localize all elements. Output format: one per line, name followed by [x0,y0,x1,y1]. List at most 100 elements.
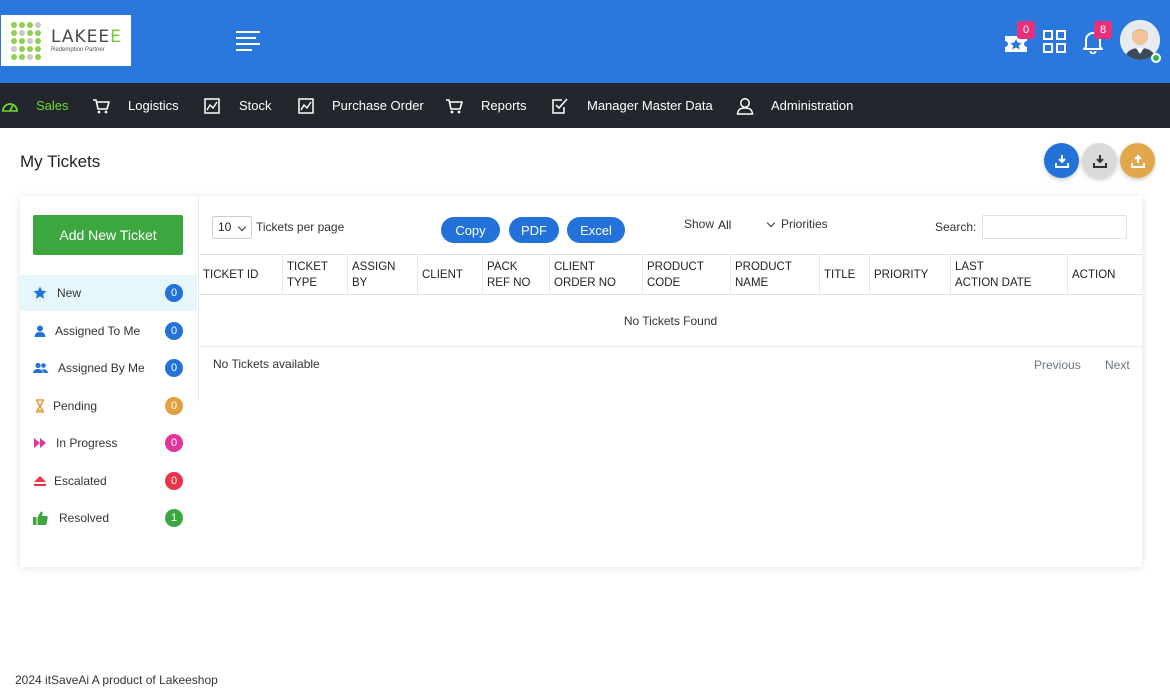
excel-button[interactable]: Excel [567,217,625,243]
table-header: TICKET ID TICKET TYPE ASSIGN BY CLIENT PAC… [199,254,1142,295]
next-page-button[interactable]: Next [1105,358,1130,372]
download-button[interactable] [1044,143,1079,178]
sidebar-item-escalated[interactable]: Escalated 0 [20,463,197,499]
nav-item-stock[interactable]: Stock [204,83,272,128]
sidebar-item-assigned-to-me[interactable]: Assigned To Me 0 [20,313,197,349]
user-icon [736,97,754,115]
nav-item-administration[interactable]: Administration [736,83,853,128]
nav-label-logistics: Logistics [128,98,179,113]
logo-subtitle: Redemption Partner [51,47,105,53]
show-label: Show [684,217,715,231]
count-badge: 0 [165,284,183,302]
nav-label-reports: Reports [481,98,527,113]
sidebar-item-label: New [57,286,82,300]
users-icon [32,362,48,374]
download-icon [1054,154,1069,168]
logo-title-accent: E [110,27,122,47]
cart-icon [446,98,463,113]
count-badge: 0 [165,322,183,340]
empty-table-message: No Tickets Found [199,295,1142,347]
count-badge: 0 [165,434,183,452]
cart-icon [93,98,110,113]
hourglass-icon [32,399,48,413]
nav-label-administration: Administration [771,98,854,113]
count-badge: 0 [165,397,183,415]
page-size-select[interactable]: 10 [212,216,252,239]
logo-title-main: LAKEE [51,27,111,47]
logo-dots-icon [11,22,41,60]
copy-button[interactable]: Copy [441,217,500,243]
search-label: Search: [935,220,977,234]
count-badge: 0 [165,472,183,490]
online-status-dot [1151,53,1161,63]
logo[interactable]: LAKEEE Redemption Partner [1,15,131,66]
tickets-card: Add New Ticket New 0 Assigned To Me 0 As… [20,196,1142,567]
sidebar-item-label: Pending [53,399,98,413]
column-header-action[interactable]: ACTION [1068,255,1142,295]
column-header-ticket-id[interactable]: TICKET ID [199,255,283,295]
nav-item-logistics[interactable]: Logistics [92,83,179,128]
image-chart-icon [298,97,314,114]
checkbox-icon [552,98,568,114]
per-page-label: Tickets per page [256,220,345,234]
sidebar-item-in-progress[interactable]: In Progress 0 [20,425,197,461]
nav-item-manager-master-data[interactable]: Manager Master Data [552,83,713,128]
sidebar-item-label: Assigned By Me [58,361,145,375]
column-header-pack-ref-no[interactable]: PACK REF NO [483,255,550,295]
star-icon [32,286,48,300]
column-header-ticket-type[interactable]: TICKET TYPE [283,255,348,295]
fast-forward-icon [32,438,48,448]
sidebar-item-new[interactable]: New 0 [20,275,197,311]
upload-button[interactable] [1120,143,1155,178]
notifications-badge: 8 [1094,21,1112,39]
user-icon [32,325,48,337]
sidebar-item-label: Assigned To Me [55,324,141,338]
sidebar-item-label: Resolved [59,511,110,525]
nav-label-stock: Stock [239,98,272,113]
upload-icon [1130,154,1145,168]
sidebar-item-label: In Progress [56,436,118,450]
nav-label-purchase-order: Purchase Order [332,98,424,113]
nav-label-manager-master-data: Manager Master Data [587,98,713,113]
column-header-product-name[interactable]: PRODUCT NAME [731,255,820,295]
image-chart-icon [204,97,220,114]
search-input[interactable] [982,215,1127,239]
count-badge: 0 [165,359,183,377]
column-header-assign-by[interactable]: ASSIGN BY [348,255,418,295]
sidebar-item-assigned-by-me[interactable]: Assigned By Me 0 [20,350,197,386]
grid-icon [1043,30,1066,53]
eject-icon [32,476,48,486]
previous-page-button[interactable]: Previous [1034,358,1081,372]
column-header-product-code[interactable]: PRODUCT CODE [643,255,731,295]
nav-label-sales: Sales [36,98,69,113]
column-header-priority[interactable]: PRIORITY [870,255,951,295]
download-template-button[interactable] [1082,143,1117,178]
dashboard-gauge-icon [2,102,18,112]
column-header-client[interactable]: CLIENT [418,255,483,295]
priority-filter-select[interactable]: All [714,215,778,235]
column-header-client-order-no[interactable]: CLIENT ORDER NO [550,255,643,295]
table-info: No Tickets available [213,357,320,371]
footer-text: 2024 itSaveAi A product of Lakeeshop [15,673,218,687]
sidebar-item-pending[interactable]: Pending 0 [20,388,197,424]
top-bar: LAKEEE Redemption Partner 0 8 [0,0,1170,83]
sidebar-item-resolved[interactable]: Resolved 1 [20,500,197,536]
page-title: My Tickets [20,152,101,171]
priorities-label: Priorities [781,217,828,231]
pdf-button[interactable]: PDF [509,217,559,243]
nav-item-reports[interactable]: Reports [445,83,527,128]
nav-item-purchase-order[interactable]: Purchase Order [298,83,424,128]
download-icon [1092,154,1107,168]
nav-item-sales[interactable]: Sales [1,83,69,128]
count-badge: 1 [165,509,183,527]
add-new-ticket-button[interactable]: Add New Ticket [33,215,183,255]
main-nav: Sales Logistics Stock Purchase Order Rep… [0,83,1170,128]
rewards-badge: 0 [1017,21,1035,39]
column-header-last-action-date[interactable]: LAST ACTION DATE [951,255,1068,295]
menu-toggle-icon[interactable] [236,31,260,51]
sidebar-item-label: Escalated [54,474,107,488]
thumbs-up-icon [32,511,48,525]
apps-grid-button[interactable] [1043,30,1066,58]
column-header-title[interactable]: TITLE [820,255,870,295]
logo-title: LAKEEE [51,27,122,47]
